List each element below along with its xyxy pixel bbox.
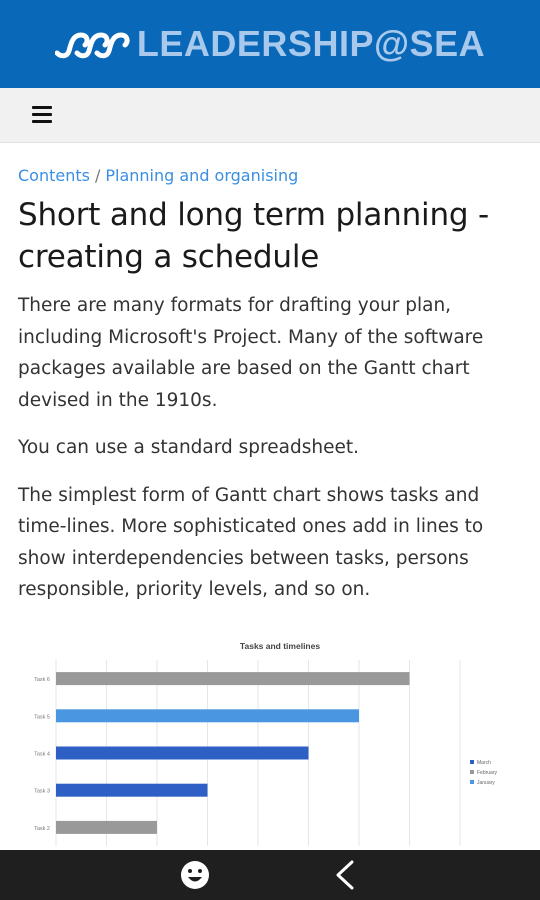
paragraph-2: You can use a standard spreadsheet. bbox=[18, 437, 359, 458]
legend-swatch bbox=[470, 760, 474, 764]
legend-label: March bbox=[477, 760, 491, 766]
emoji-icon[interactable] bbox=[178, 858, 212, 892]
article: Contents / Planning and organising Short a… bbox=[18, 164, 524, 606]
tick-label: Task 6 bbox=[34, 677, 50, 683]
chart-bar bbox=[56, 672, 410, 686]
chart-bar bbox=[56, 709, 359, 723]
tick-label: Task 3 bbox=[34, 789, 50, 795]
app-header: LEADERSHIP@SEA bbox=[0, 0, 540, 88]
paragraph-3: The simplest form of Gantt chart shows t… bbox=[18, 484, 484, 601]
waves-logo-icon bbox=[54, 32, 130, 59]
tick-label: Task 2 bbox=[34, 826, 50, 832]
back-chevron-icon[interactable] bbox=[328, 858, 362, 892]
breadcrumb-planning[interactable]: Planning and organising bbox=[105, 166, 298, 185]
logo: LEADERSHIP@SEA bbox=[54, 23, 486, 65]
toolbar bbox=[0, 88, 540, 143]
legend-swatch bbox=[470, 780, 474, 784]
chart-bar bbox=[56, 783, 208, 797]
page-title: Short and long term planning - creating … bbox=[18, 197, 490, 275]
hamburger-icon[interactable] bbox=[32, 106, 52, 123]
breadcrumb-separator: / bbox=[94, 166, 101, 185]
breadcrumb: Contents / Planning and organising bbox=[18, 164, 524, 188]
system-nav-bar bbox=[0, 850, 540, 900]
legend-label: February bbox=[477, 770, 498, 776]
tick-label: Task 4 bbox=[34, 752, 50, 758]
chart-bar bbox=[56, 746, 309, 760]
legend-swatch bbox=[470, 770, 474, 774]
paragraph-1: There are many formats for drafting your… bbox=[18, 295, 484, 411]
breadcrumb-contents[interactable]: Contents bbox=[18, 166, 90, 185]
chart-title: Tasks and timelines bbox=[240, 641, 320, 651]
chart-svg: Tasks and timelines Task 6 Task 5 Task 4 Tas… bbox=[34, 641, 498, 846]
gantt-chart: Tasks and timelines Task 6 Task 5 Task 4 Tas… bbox=[20, 636, 520, 850]
tick-label: Task 5 bbox=[34, 714, 50, 720]
logo-text: LEADERSHIP@SEA bbox=[136, 23, 486, 64]
legend-label: January bbox=[477, 780, 495, 786]
chart-bar bbox=[56, 820, 157, 834]
